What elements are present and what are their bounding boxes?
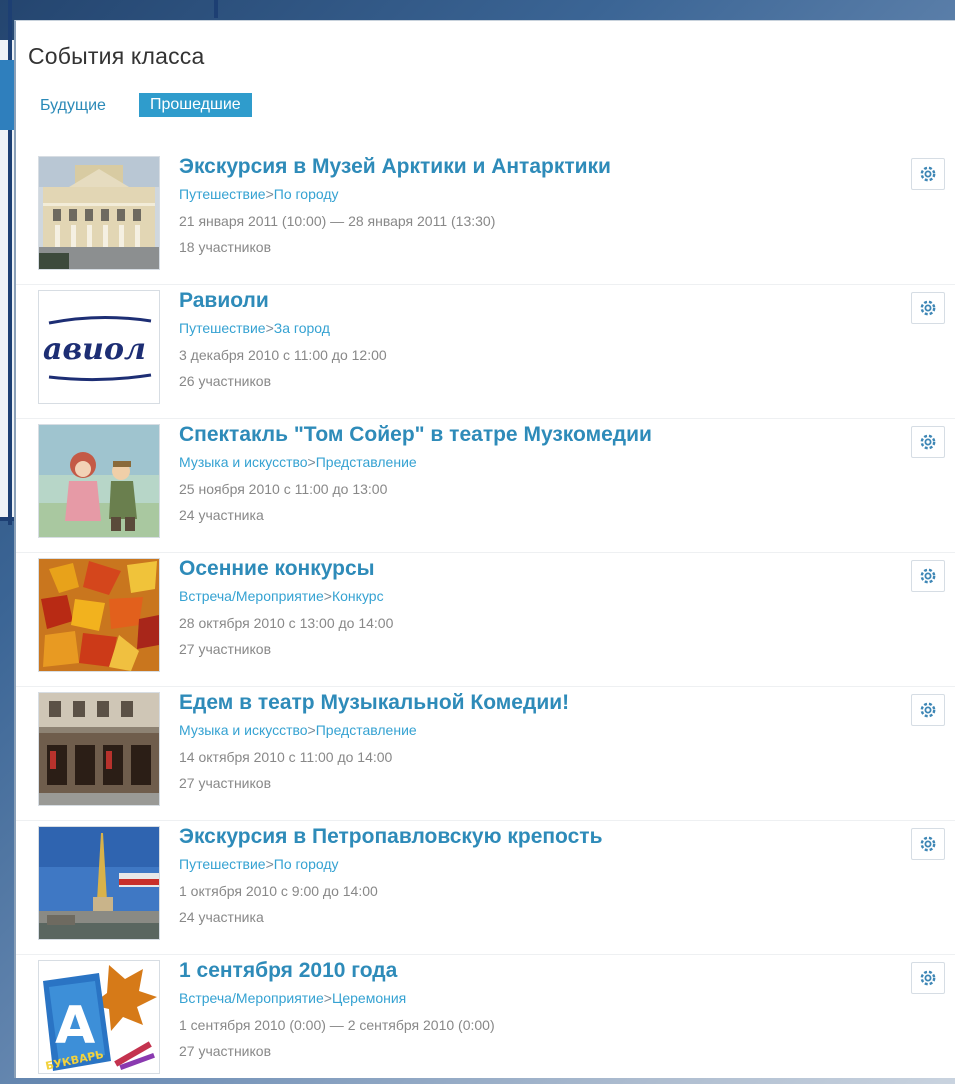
gear-icon [920,166,936,182]
event-settings-button[interactable] [911,158,945,190]
museum-building-image [39,157,159,269]
breadcrumb-separator: > [307,454,316,470]
gear-icon [920,300,936,316]
event-subcategory-link[interactable]: Церемония [332,990,406,1006]
tom-sawyer-illustration-image [39,425,159,537]
event-subcategory-link[interactable]: По городу [274,856,339,872]
breadcrumb-separator: > [323,990,332,1006]
event-dates: 25 ноября 2010 с 11:00 до 13:00 [179,481,388,497]
event-thumbnail-theatre[interactable] [38,692,160,806]
event-dates: 14 октября 2010 с 11:00 до 14:00 [179,749,393,765]
ravioli-logo-text: авиол [43,332,146,367]
event-settings-button[interactable] [911,962,945,994]
event-title[interactable]: Спектакль "Том Сойер" в театре Музкомеди… [179,423,652,447]
event-thumbnail-fortress[interactable] [38,826,160,940]
event-subcategory-link[interactable]: Представление [316,454,417,470]
event-title[interactable]: Экскурсия в Петропавловскую крепость [179,825,603,849]
autumn-leaves-image [39,559,159,671]
event-category-breadcrumb: Музыка и искусство>Представление [179,454,417,470]
event-item: Экскурсия в Музей Арктики и Антарктики П… [16,151,955,285]
event-thumbnail-ravioli[interactable]: авиол [38,290,160,404]
fortress-spire-image [39,827,159,939]
ravioli-logo-image: авиол [39,291,159,403]
event-title[interactable]: Едем в театр Музыкальной Комедии! [179,691,569,715]
event-item: А БУКВАРЬ 1 сентября 2010 года Встреча/М… [16,955,955,1078]
gear-icon [920,568,936,584]
event-dates: 28 октября 2010 с 13:00 до 14:00 [179,615,394,631]
breadcrumb-separator: > [265,186,274,202]
event-thumbnail-bukvar[interactable]: А БУКВАРЬ [38,960,160,1074]
event-participants: 24 участника [179,909,264,925]
event-category-breadcrumb: Путешествие>По городу [179,186,339,202]
background-frame-line [0,60,14,130]
event-participants: 24 участника [179,507,264,523]
breadcrumb-separator: > [265,856,274,872]
event-participants: 27 участников [179,1043,272,1059]
bukvar-letter: А [55,996,95,1056]
gear-icon [920,970,936,986]
event-dates: 1 октября 2010 с 9:00 до 14:00 [179,883,378,899]
event-settings-button[interactable] [911,426,945,458]
primer-book-image: А БУКВАРЬ [39,961,159,1073]
gear-icon [920,836,936,852]
event-dates: 3 декабря 2010 с 11:00 до 12:00 [179,347,387,363]
panel-title: События класса [28,43,205,69]
event-thumbnail-autumn-leaves[interactable] [38,558,160,672]
gear-icon [920,434,936,450]
event-category-link[interactable]: Музыка и искусство [179,722,308,738]
event-category-breadcrumb: Встреча/Мероприятие>Церемония [179,990,406,1006]
gear-icon [920,702,936,718]
event-subcategory-link[interactable]: Конкурс [332,588,384,604]
event-item: Спектакль "Том Сойер" в театре Музкомеди… [16,419,955,553]
event-dates: 21 января 2011 (10:00) — 28 января 2011 … [179,213,496,229]
event-item: Осенние конкурсы Встреча/Мероприятие>Кон… [16,553,955,687]
event-subcategory-link[interactable]: За город [274,320,330,336]
event-settings-button[interactable] [911,828,945,860]
tab-past[interactable]: Прошедшие [139,93,252,117]
breadcrumb-separator: > [307,722,316,738]
event-category-link[interactable]: Путешествие [179,186,266,202]
event-participants: 26 участников [179,373,272,389]
event-item: Едем в театр Музыкальной Комедии! Музыка… [16,687,955,821]
events-list: Экскурсия в Музей Арктики и Антарктики П… [16,151,955,1078]
theatre-facade-image [39,693,159,805]
class-events-panel: События класса Будущие Прошедшие Экскурс… [14,20,955,1078]
event-category-breadcrumb: Музыка и искусство>Представление [179,722,417,738]
event-dates: 1 сентября 2010 (0:00) — 2 сентября 2010… [179,1017,495,1033]
event-subcategory-link[interactable]: Представление [316,722,417,738]
event-title[interactable]: 1 сентября 2010 года [179,959,397,983]
breadcrumb-separator: > [265,320,274,336]
event-settings-button[interactable] [911,694,945,726]
event-category-link[interactable]: Музыка и искусство [179,454,308,470]
event-settings-button[interactable] [911,292,945,324]
event-category-link[interactable]: Путешествие [179,856,266,872]
event-item: Экскурсия в Петропавловскую крепость Пут… [16,821,955,955]
event-category-breadcrumb: Встреча/Мероприятие>Конкурс [179,588,384,604]
breadcrumb-separator: > [323,588,332,604]
event-settings-button[interactable] [911,560,945,592]
event-item: авиол Равиоли Путешествие>За город 3 дек… [16,285,955,419]
event-category-link[interactable]: Путешествие [179,320,266,336]
event-title[interactable]: Осенние конкурсы [179,557,375,581]
event-subcategory-link[interactable]: По городу [274,186,339,202]
event-category-link[interactable]: Встреча/Мероприятие [179,990,324,1006]
event-thumbnail-museum[interactable] [38,156,160,270]
event-title[interactable]: Экскурсия в Музей Арктики и Антарктики [179,155,611,179]
event-participants: 27 участников [179,641,272,657]
event-participants: 18 участников [179,239,272,255]
event-category-breadcrumb: Путешествие>За город [179,320,330,336]
event-title[interactable]: Равиоли [179,289,269,313]
event-category-link[interactable]: Встреча/Мероприятие [179,588,324,604]
event-thumbnail-tom-sawyer[interactable] [38,424,160,538]
background-frame-line [214,0,218,18]
event-category-breadcrumb: Путешествие>По городу [179,856,339,872]
tab-future[interactable]: Будущие [40,97,106,115]
event-participants: 27 участников [179,775,272,791]
